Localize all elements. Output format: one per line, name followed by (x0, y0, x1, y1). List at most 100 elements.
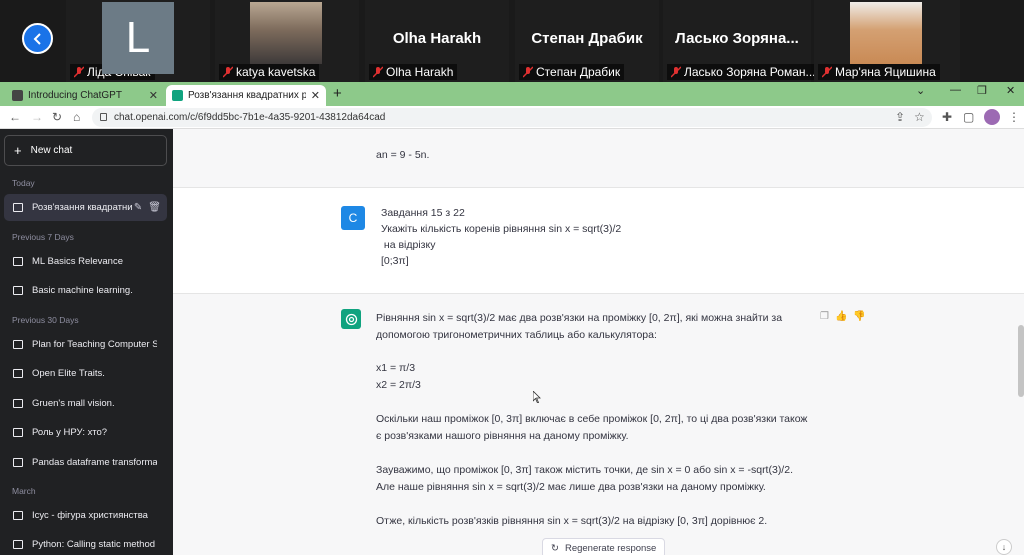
profile-avatar[interactable] (984, 109, 1000, 125)
participant-name: Ласько Зоряна... (675, 30, 799, 47)
mic-off-icon (522, 66, 534, 78)
chat-bubble-icon (13, 340, 23, 349)
assistant-message: ❐ 👍 👎 Рівняння sin x = sqrt(3)/2 має два… (173, 294, 1024, 555)
mouse-cursor-icon (533, 391, 541, 403)
chat-sidebar: + New chat Today Розв'язання квадратних … (0, 129, 173, 555)
chatgpt-avatar (341, 309, 361, 329)
chat-item[interactable]: Open Elite Traits. (4, 360, 167, 387)
back-arrow-icon[interactable]: ← (9, 110, 21, 124)
assistant-message-tail: an = 9 - 5n. (173, 129, 1024, 187)
home-icon[interactable]: ⌂ (73, 110, 80, 124)
participant-video (850, 2, 922, 64)
participant-label: Мар'яна Яцишина (818, 64, 940, 80)
chat-item[interactable]: Розв'язання квадратних ✎ 🗑 (4, 194, 167, 221)
chat-bubble-icon (13, 257, 23, 266)
zoom-participants-strip: Ліда Співак L katya kavetska Olha Harakh… (0, 0, 1024, 82)
star-icon[interactable]: ☆ (914, 110, 925, 124)
new-chat-button[interactable]: + New chat (4, 135, 167, 166)
browser-tab-active[interactable]: Розв'язання квадратних рівнянь ✕ (166, 85, 326, 106)
message-actions: ❐ 👍 👎 (820, 311, 866, 322)
chat-bubble-icon (13, 511, 23, 520)
browser-toolbar: ← → ↻ ⌂ chat.openai.com/c/6f9dd5bc-7b1e-… (0, 106, 1024, 129)
chatgpt-favicon-icon (12, 90, 23, 101)
minimize-icon[interactable]: — (950, 84, 961, 96)
chevron-left-icon (33, 32, 41, 45)
openai-logo-icon (345, 313, 357, 325)
mic-off-icon (73, 66, 85, 78)
chat-item[interactable]: Plan for Teaching Computer Sc (4, 331, 167, 358)
participant-label: katya kavetska (219, 64, 320, 80)
chat-item[interactable]: Basic machine learning. (4, 277, 167, 304)
user-message-text: Завдання 15 з 22 Укажіть кількість корен… (381, 207, 622, 267)
assistant-paragraph: Рівняння sin x = sqrt(3)/2 має два розв'… (376, 312, 783, 341)
mic-off-icon (222, 66, 234, 78)
refresh-icon: ↻ (551, 542, 559, 554)
forward-arrow-icon[interactable]: → (31, 110, 43, 124)
scroll-down-icon[interactable]: ↓ (996, 539, 1012, 555)
lock-icon (100, 113, 107, 121)
extensions-icon[interactable]: ✚ (942, 110, 952, 124)
chatgpt-favicon-icon (172, 90, 183, 101)
assistant-paragraph: Отже, кількість розв'язків рівняння sin … (376, 515, 768, 527)
side-panel-icon[interactable]: ▢ (963, 110, 974, 124)
participant-label: Степан Драбик (519, 64, 625, 80)
thumbs-up-icon[interactable]: 👍 (835, 311, 847, 322)
mic-off-icon (372, 66, 384, 78)
browser-tab-strip: Introducing ChatGPT ✕ Розв'язання квадра… (0, 82, 1024, 106)
chat-bubble-icon (13, 399, 23, 408)
section-label: Previous 30 Days (12, 315, 79, 325)
participant-label: Olha Harakh (369, 64, 458, 80)
chat-item[interactable]: ML Basics Relevance (4, 248, 167, 275)
assistant-paragraph: x1 = π/3 x2 = 2π/3 (376, 362, 421, 391)
message-text: an = 9 - 5n. (376, 149, 430, 161)
tab-search-icon[interactable]: ⌄ (916, 84, 925, 97)
chat-bubble-icon (13, 458, 23, 467)
plus-icon: + (14, 143, 22, 158)
mic-off-icon (821, 66, 833, 78)
share-icon[interactable]: ⇪ (895, 110, 905, 124)
assistant-paragraph: Оскільки наш проміжок [0, 3π] включає в … (376, 413, 808, 442)
participant-label: Ласько Зоряна Роман... (667, 64, 820, 80)
close-tab-icon[interactable]: ✕ (311, 89, 320, 102)
participant-tile[interactable]: Степан Драбик Степан Драбик (515, 0, 659, 82)
mic-off-icon (670, 66, 682, 78)
participant-tile[interactable]: Olha Harakh Olha Harakh (365, 0, 509, 82)
close-tab-icon[interactable]: ✕ (149, 89, 158, 102)
assistant-paragraph: Зауважимо, що проміжок [0, 3π] також міс… (376, 464, 793, 493)
user-message: C Завдання 15 з 22 Укажіть кількість кор… (173, 187, 1024, 294)
reload-icon[interactable]: ↻ (52, 110, 62, 124)
chat-item[interactable]: Python: Calling static method (4, 531, 167, 555)
conversation-panel: an = 9 - 5n. C Завдання 15 з 22 Укажіть … (173, 129, 1024, 555)
section-label: March (12, 486, 36, 496)
chat-item[interactable]: Роль у НРУ: хто? (4, 419, 167, 446)
chat-item[interactable]: Gruen's mall vision. (4, 390, 167, 417)
scrollbar-thumb[interactable] (1018, 325, 1024, 397)
chat-item[interactable]: Pandas dataframe transformat (4, 449, 167, 476)
thumbs-down-icon[interactable]: 👎 (853, 311, 865, 322)
participant-video (250, 2, 322, 64)
participant-avatar: L (102, 2, 174, 74)
copy-icon[interactable]: ❐ (820, 311, 829, 322)
edit-icon[interactable]: ✎ (134, 202, 142, 213)
chat-bubble-icon (13, 286, 23, 295)
chat-bubble-icon (13, 369, 23, 378)
section-label: Today (12, 178, 35, 188)
chat-item[interactable]: Ісус - фігура християнства (4, 502, 167, 529)
browser-tab[interactable]: Introducing ChatGPT ✕ (6, 85, 164, 106)
user-avatar: C (341, 206, 365, 230)
participant-tile[interactable]: Ласько Зоряна... Ласько Зоряна Роман... (663, 0, 820, 82)
participant-name: Olha Harakh (392, 30, 482, 47)
new-tab-button[interactable]: + (333, 85, 342, 102)
chat-bubble-icon (13, 203, 23, 212)
back-button[interactable] (22, 23, 53, 54)
chat-bubble-icon (13, 540, 23, 549)
chat-bubble-icon (13, 428, 23, 437)
section-label: Previous 7 Days (12, 232, 74, 242)
trash-icon[interactable]: 🗑 (148, 202, 161, 213)
menu-icon[interactable]: ⋮ (1008, 110, 1020, 124)
regenerate-response-button[interactable]: ↻ Regenerate response (542, 538, 666, 555)
close-window-icon[interactable]: ✕ (1006, 84, 1015, 97)
restore-icon[interactable]: ❐ (977, 84, 987, 97)
participant-name: Степан Драбик (531, 30, 643, 47)
address-bar[interactable]: chat.openai.com/c/6f9dd5bc-7b1e-4a35-920… (92, 108, 932, 127)
